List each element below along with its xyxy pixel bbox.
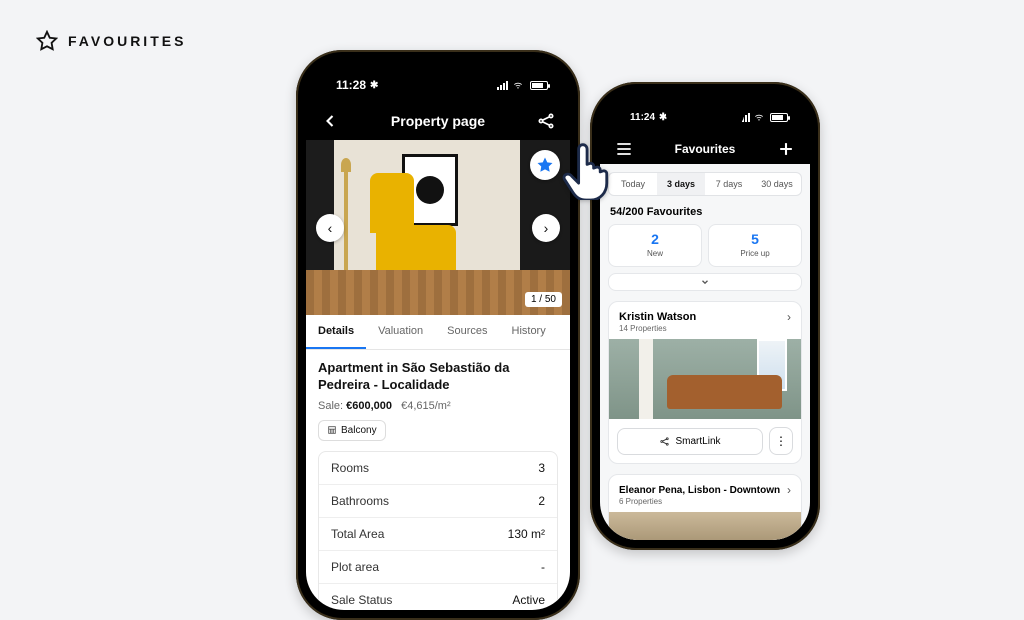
card-image [609, 339, 801, 419]
chevron-down-icon [700, 277, 710, 287]
smartlink-button[interactable]: SmartLink [617, 428, 763, 455]
star-icon [36, 30, 58, 52]
card-title: Kristin Watson [619, 311, 696, 323]
segment-7days[interactable]: 7 days [705, 173, 753, 195]
cursor-hand-icon [558, 140, 618, 205]
favourite-card[interactable]: Kristin Watson › 14 Properties SmartLink [608, 301, 802, 464]
hero-next-button[interactable]: › [532, 214, 560, 242]
spec-row: Bathrooms2 [319, 485, 557, 518]
stats-row: 2 New 5 Price up [600, 224, 810, 267]
spec-row: Rooms3 [319, 452, 557, 485]
phone-property-detail: 11:28 ✱ Property page [296, 50, 580, 620]
tab-history[interactable]: History [500, 315, 558, 349]
stat-card-priceup[interactable]: 5 Price up [708, 224, 802, 267]
card-title: Eleanor Pena, Lisbon - Downtown [619, 485, 780, 496]
spec-row: Sale StatusActive [319, 584, 557, 610]
device-notch [666, 104, 744, 126]
balcony-icon [327, 425, 337, 435]
detail-tabs: Details Valuation Sources History [306, 315, 570, 350]
favourites-nav-bar: Favourites [600, 134, 810, 164]
battery-icon [770, 113, 788, 122]
wifi-icon [512, 81, 524, 90]
device-notch [399, 72, 477, 94]
share-icon [659, 436, 670, 447]
photo-counter: 1 / 50 [525, 292, 562, 307]
property-price: Sale: €600,000 €4,615/m² [318, 400, 558, 412]
card-more-button[interactable]: ⋮ [769, 427, 793, 455]
share-button[interactable] [536, 111, 556, 131]
battery-icon [530, 81, 548, 90]
detail-nav-bar: Property page [306, 102, 570, 140]
spec-row: Total Area130 m² [319, 518, 557, 551]
favourites-count: 54/200 Favourites [600, 204, 810, 224]
time-filter-segmented: Today 3 days 7 days 30 days [608, 172, 802, 196]
tab-valuation[interactable]: Valuation [366, 315, 435, 349]
status-time: 11:24 [630, 112, 655, 123]
favourite-card[interactable]: Eleanor Pena, Lisbon - Downtown › 6 Prop… [608, 474, 802, 540]
card-subtitle: 14 Properties [609, 324, 801, 339]
card-subtitle: 6 Properties [609, 497, 801, 512]
expand-stats-button[interactable] [608, 273, 802, 291]
spec-row: Plot area- [319, 551, 557, 584]
page-header-label: FAVOURITES [68, 33, 186, 49]
segment-3days[interactable]: 3 days [657, 173, 705, 195]
back-button[interactable] [320, 111, 340, 131]
segment-30days[interactable]: 30 days [753, 173, 801, 195]
favourite-toggle-button[interactable] [530, 150, 560, 180]
stat-card-new[interactable]: 2 New [608, 224, 702, 267]
chevron-right-icon: › [787, 483, 791, 497]
property-hero-image[interactable]: ‹ › 1 / 50 [306, 140, 570, 315]
specs-table: Rooms3 Bathrooms2 Total Area130 m² Plot … [318, 451, 558, 610]
status-time: 11:28 [336, 78, 366, 92]
add-button[interactable] [776, 139, 796, 159]
property-title: Apartment in São Sebastião da Pedreira -… [318, 360, 558, 394]
chevron-right-icon: › [787, 310, 791, 324]
favourites-nav-title: Favourites [675, 142, 736, 156]
star-filled-icon [536, 156, 554, 174]
phone-favourites-list: 11:24 ✱ Favourites [590, 82, 820, 550]
alarm-icon: ✱ [370, 80, 378, 91]
feature-chip-balcony: Balcony [318, 420, 386, 441]
hero-prev-button[interactable]: ‹ [316, 214, 344, 242]
card-image [609, 512, 801, 540]
wifi-icon [753, 113, 765, 122]
signal-icon [497, 81, 508, 90]
tab-details[interactable]: Details [306, 315, 366, 349]
tab-sources[interactable]: Sources [435, 315, 499, 349]
page-header: FAVOURITES [36, 30, 186, 52]
detail-nav-title: Property page [391, 113, 485, 129]
